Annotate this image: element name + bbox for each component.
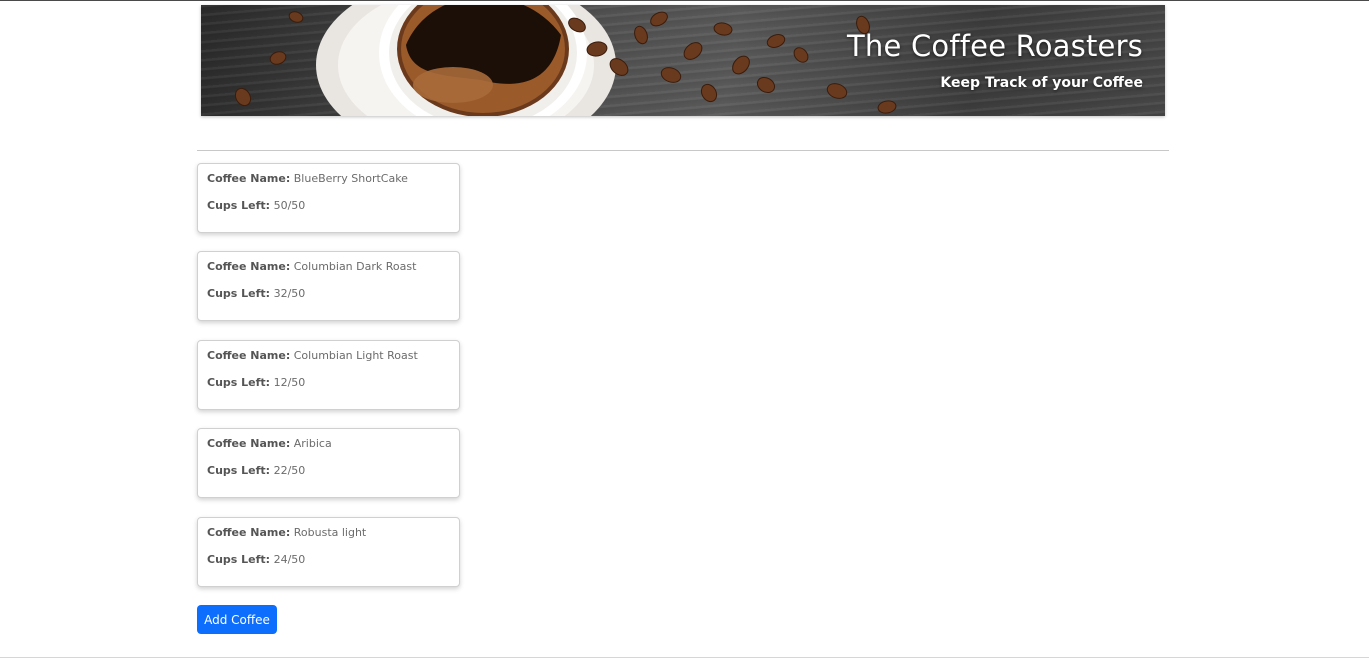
coffee-name-label: Coffee Name: <box>207 526 291 539</box>
cups-left-row: Cups Left: 24/50 <box>207 553 305 566</box>
cups-left-value: 22/50 <box>273 464 306 477</box>
section-divider <box>197 150 1169 151</box>
coffee-name-row: Coffee Name: BlueBerry ShortCake <box>207 172 408 185</box>
cups-left-row: Cups Left: 22/50 <box>207 464 305 477</box>
coffee-name-row: Coffee Name: Columbian Dark Roast <box>207 260 416 273</box>
cups-left-label: Cups Left: <box>207 199 271 212</box>
coffee-card: Coffee Name: Robusta light Cups Left: 24… <box>197 517 460 587</box>
coffee-name-row: Coffee Name: Aribica <box>207 437 332 450</box>
cups-left-row: Cups Left: 50/50 <box>207 199 305 212</box>
coffee-name-label: Coffee Name: <box>207 437 291 450</box>
coffee-name-label: Coffee Name: <box>207 172 291 185</box>
coffee-name-value: Aribica <box>293 437 332 450</box>
coffee-card: Coffee Name: Aribica Cups Left: 22/50 <box>197 428 460 498</box>
coffee-name-value: Columbian Light Roast <box>293 349 418 362</box>
coffee-name-row: Coffee Name: Columbian Light Roast <box>207 349 418 362</box>
coffee-card: Coffee Name: Columbian Light Roast Cups … <box>197 340 460 410</box>
coffee-name-value: Columbian Dark Roast <box>293 260 417 273</box>
coffee-name-label: Coffee Name: <box>207 260 291 273</box>
coffee-name-value: BlueBerry ShortCake <box>293 172 408 185</box>
cups-left-value: 12/50 <box>273 376 306 389</box>
cups-left-label: Cups Left: <box>207 553 271 566</box>
coffee-card: Coffee Name: BlueBerry ShortCake Cups Le… <box>197 163 460 233</box>
cups-left-row: Cups Left: 32/50 <box>207 287 305 300</box>
coffee-card: Coffee Name: Columbian Dark Roast Cups L… <box>197 251 460 321</box>
cups-left-label: Cups Left: <box>207 376 271 389</box>
header-banner: The Coffee Roasters Keep Track of your C… <box>201 5 1165 116</box>
cups-left-label: Cups Left: <box>207 287 271 300</box>
cups-left-label: Cups Left: <box>207 464 271 477</box>
page-title: The Coffee Roasters <box>847 29 1143 63</box>
bottom-border <box>0 657 1369 658</box>
add-coffee-button[interactable]: Add Coffee <box>197 605 277 634</box>
cups-left-value: 24/50 <box>273 553 306 566</box>
cups-left-value: 50/50 <box>273 199 306 212</box>
page-subtitle: Keep Track of your Coffee <box>940 75 1143 91</box>
top-border <box>0 0 1369 1</box>
cups-left-row: Cups Left: 12/50 <box>207 376 305 389</box>
coffee-name-label: Coffee Name: <box>207 349 291 362</box>
coffee-name-value: Robusta light <box>293 526 367 539</box>
coffee-name-row: Coffee Name: Robusta light <box>207 526 366 539</box>
cups-left-value: 32/50 <box>273 287 306 300</box>
